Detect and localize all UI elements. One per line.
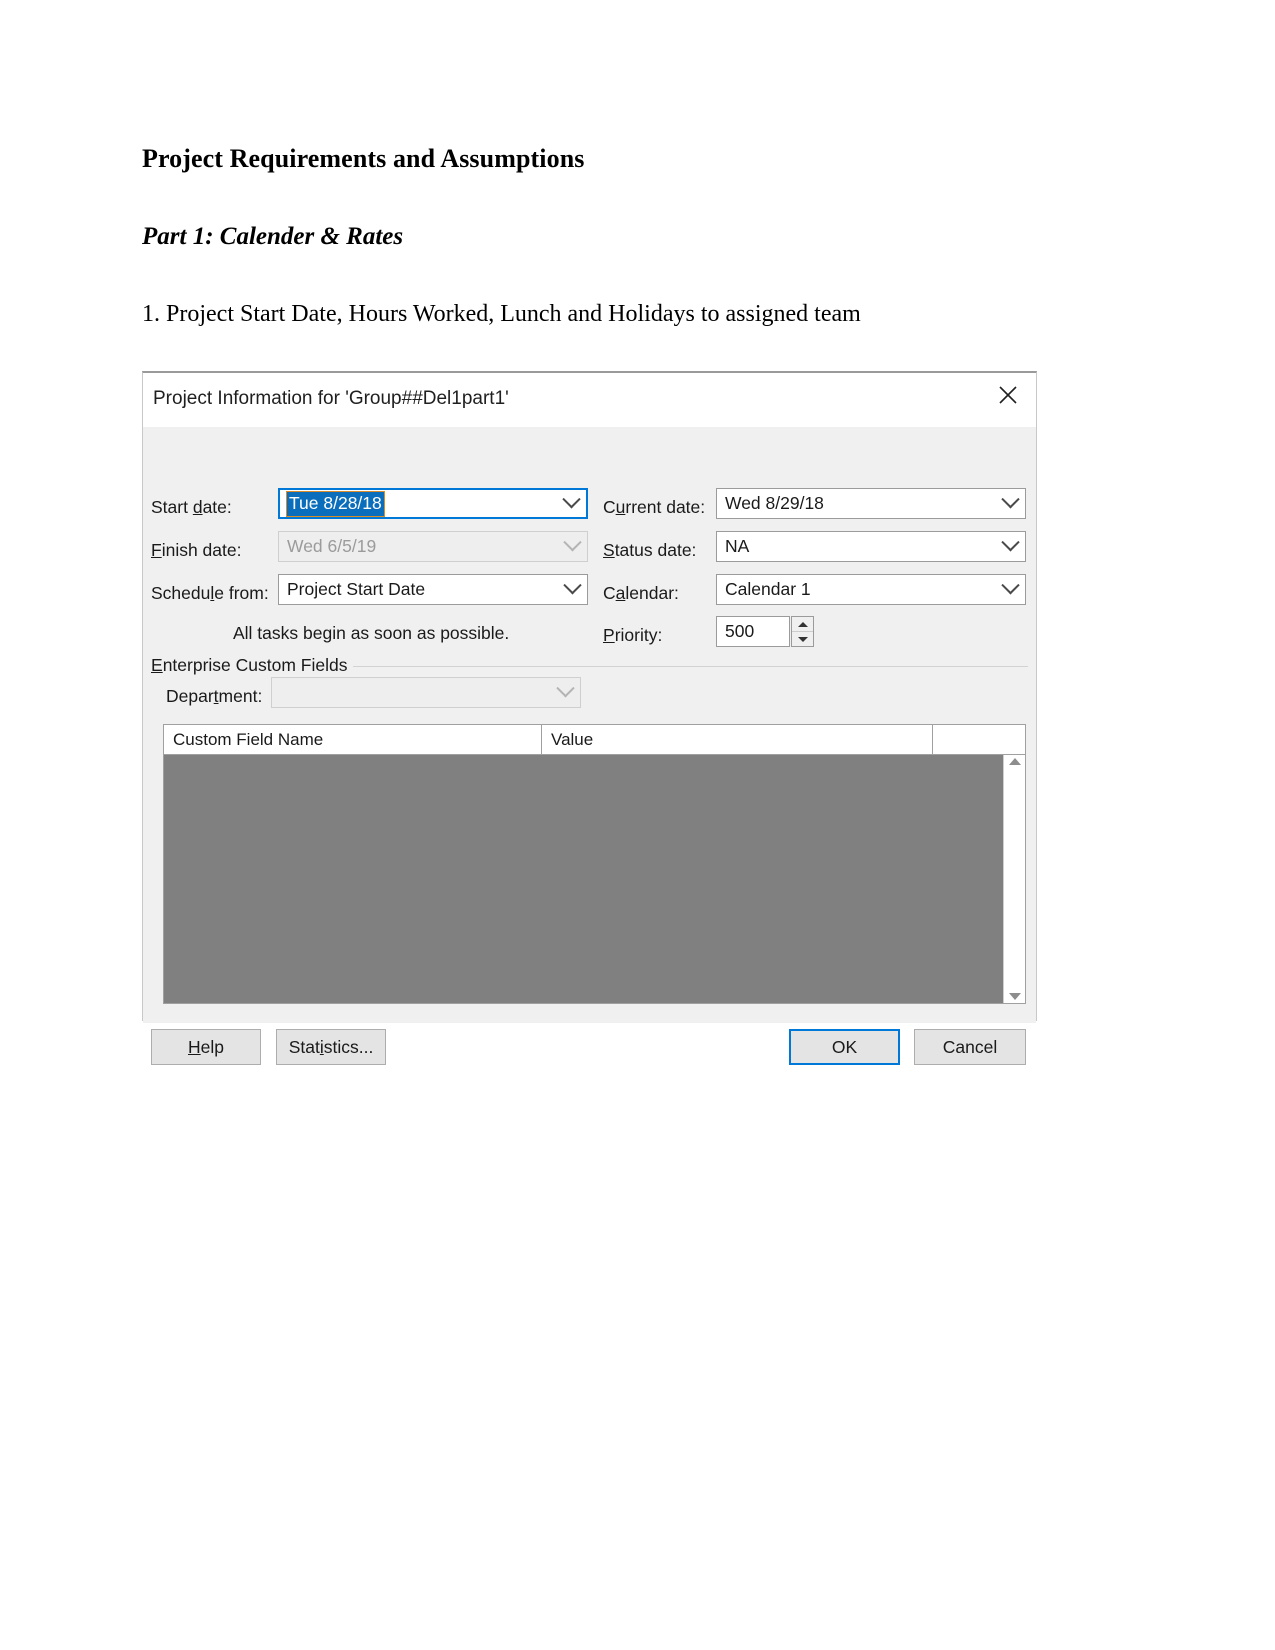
calendar-label: Calendar:	[603, 583, 679, 603]
chevron-down-icon[interactable]	[995, 575, 1025, 604]
current-date-label: Current date:	[603, 497, 706, 517]
scheduling-note: All tasks begin as soon as possible.	[233, 623, 510, 643]
scroll-down-icon[interactable]	[1008, 993, 1021, 1000]
current-date-value: Wed 8/29/18	[725, 493, 824, 513]
cancel-button[interactable]: Cancel	[914, 1029, 1026, 1065]
finish-date-value: Wed 6/5/19	[287, 536, 377, 556]
priority-label: Priority:	[603, 625, 663, 645]
finish-date-label: Finish date:	[151, 540, 242, 560]
chevron-down-icon[interactable]	[995, 532, 1025, 561]
grid-header-row: Custom Field Name Value	[164, 725, 1025, 755]
start-date-value: Tue 8/28/18	[286, 490, 385, 517]
chevron-down-icon	[557, 532, 587, 561]
section-subtitle: Part 1: Calender & Rates	[142, 223, 404, 250]
spinner-up-icon[interactable]	[792, 617, 813, 632]
schedule-from-combobox[interactable]: Project Start Date	[278, 574, 588, 605]
department-label: Department:	[166, 686, 263, 706]
custom-fields-grid[interactable]: Custom Field Name Value	[163, 724, 1026, 1004]
chevron-down-icon[interactable]	[557, 575, 587, 604]
dialog-title: Project Information for 'Group##Del1part…	[153, 388, 509, 409]
dialog-body: Start date: Tue 8/28/18 Finish date: Wed…	[143, 427, 1036, 1065]
statistics-button[interactable]: Stat i stics...	[276, 1029, 386, 1065]
chevron-down-icon[interactable]	[995, 489, 1025, 518]
ok-button[interactable]: OK	[789, 1029, 900, 1065]
status-date-combobox[interactable]: NA	[716, 531, 1026, 562]
calendar-combobox[interactable]: Calendar 1	[716, 574, 1026, 605]
body-paragraph: 1. Project Start Date, Hours Worked, Lun…	[142, 301, 861, 327]
calendar-value: Calendar 1	[725, 579, 811, 599]
start-date-combobox[interactable]: Tue 8/28/18	[278, 488, 588, 519]
chevron-down-icon	[550, 678, 580, 707]
priority-value: 500	[725, 621, 755, 641]
project-information-dialog: Project Information for 'Group##Del1part…	[142, 371, 1037, 1065]
page-title: Project Requirements and Assumptions	[142, 144, 585, 173]
schedule-from-label: Schedule from:	[151, 583, 269, 603]
column-header-value[interactable]: Value	[542, 725, 933, 754]
chevron-down-icon[interactable]	[556, 490, 586, 517]
grid-body	[164, 755, 1025, 1003]
scroll-up-icon[interactable]	[1008, 758, 1021, 765]
current-date-combobox[interactable]: Wed 8/29/18	[716, 488, 1026, 519]
close-icon[interactable]	[984, 375, 1032, 415]
department-combobox	[271, 677, 581, 708]
dialog-titlebar: Project Information for 'Group##Del1part…	[143, 373, 1036, 427]
grid-empty-area[interactable]	[164, 755, 1003, 1003]
enterprise-custom-fields-group-label: Enterprise Custom Fields	[151, 655, 354, 676]
column-header-blank[interactable]	[933, 725, 1025, 754]
priority-input[interactable]: 500	[716, 616, 790, 647]
spinner-down-icon[interactable]	[792, 632, 813, 646]
status-date-label: Status date:	[603, 540, 697, 560]
status-date-value: NA	[725, 536, 750, 556]
start-date-label: Start date:	[151, 497, 232, 517]
help-button[interactable]: Help	[151, 1029, 261, 1065]
grid-vertical-scrollbar[interactable]	[1003, 755, 1025, 1003]
schedule-from-value: Project Start Date	[287, 579, 426, 599]
priority-stepper[interactable]	[791, 616, 814, 647]
finish-date-combobox: Wed 6/5/19	[278, 531, 588, 562]
column-header-custom-field-name[interactable]: Custom Field Name	[164, 725, 542, 754]
